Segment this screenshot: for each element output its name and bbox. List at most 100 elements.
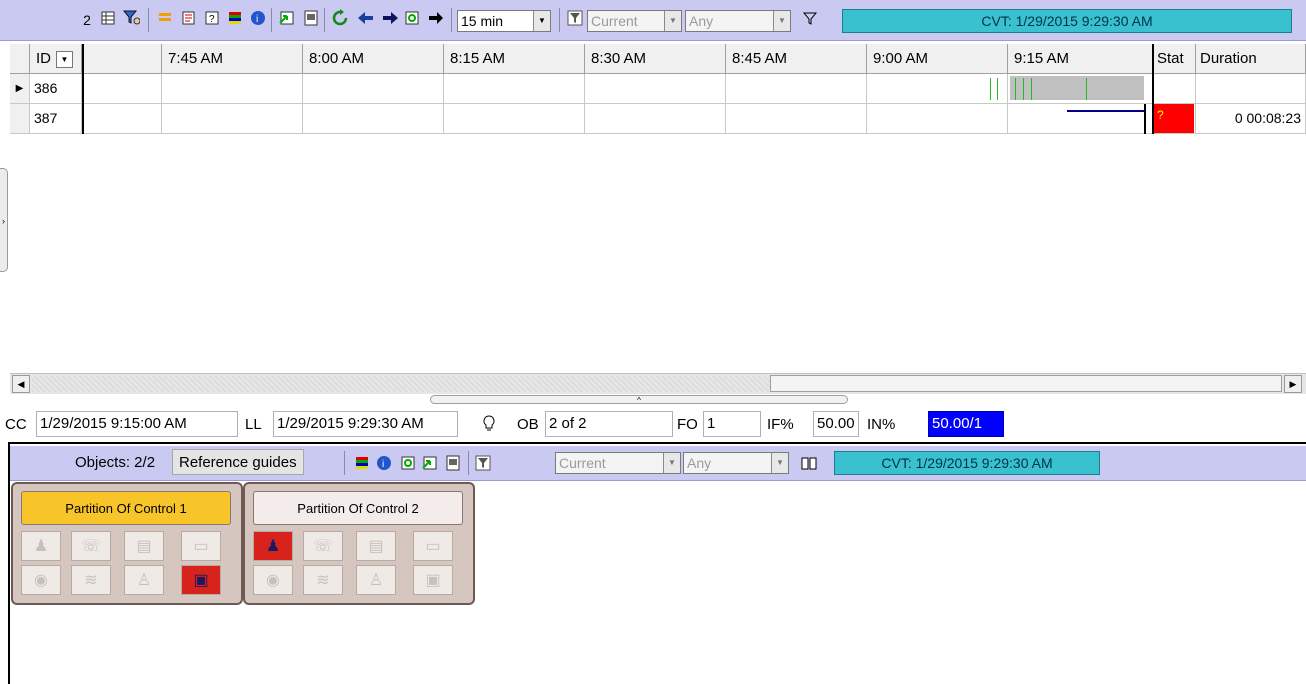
colors-icon[interactable] bbox=[353, 454, 371, 472]
timeline-header-lead bbox=[82, 44, 162, 74]
grid-view-icon[interactable] bbox=[99, 9, 117, 27]
row-duration[interactable] bbox=[1196, 74, 1306, 104]
partition-title[interactable]: Partition Of Control 2 bbox=[253, 491, 463, 525]
filter-person-icon[interactable] bbox=[122, 9, 140, 27]
colors-icon[interactable] bbox=[226, 9, 244, 27]
any-select[interactable]: Any ▼ bbox=[683, 452, 789, 474]
ll-field[interactable]: 1/29/2015 9:29:30 AM bbox=[273, 411, 458, 437]
badge-icon[interactable]: ▣ bbox=[413, 565, 453, 595]
id-column-header[interactable]: ID ▼ bbox=[30, 44, 82, 74]
table-cell[interactable] bbox=[82, 74, 162, 104]
main-toolbar: 2 ? i 15 min ▼ Current ▼ Any ▼ CVT: 1/29… bbox=[0, 0, 1306, 41]
scroll-right-icon[interactable]: ▶ bbox=[1284, 375, 1302, 393]
info-icon[interactable]: i bbox=[249, 9, 267, 27]
chevron-down-icon[interactable]: ▼ bbox=[663, 453, 680, 473]
person-active-icon[interactable]: ♟ bbox=[253, 531, 293, 561]
stack-icon[interactable] bbox=[156, 9, 174, 27]
row-selector[interactable] bbox=[10, 104, 30, 134]
time-header: 8:45 AM bbox=[726, 44, 867, 74]
table-cell[interactable] bbox=[303, 104, 444, 134]
user-alert-icon[interactable]: ♙ bbox=[356, 565, 396, 595]
camera-icon[interactable]: ◉ bbox=[21, 565, 61, 595]
table-cell[interactable] bbox=[303, 74, 444, 104]
reference-guides-tab[interactable]: Reference guides bbox=[172, 449, 304, 475]
duration-column-header[interactable]: Duration bbox=[1196, 44, 1306, 74]
edit-icon[interactable] bbox=[180, 9, 198, 27]
ob-field[interactable]: 2 of 2 bbox=[545, 411, 673, 437]
fo-field[interactable]: 1 bbox=[703, 411, 761, 437]
chevron-down-icon[interactable]: ▼ bbox=[533, 11, 550, 31]
in-field[interactable]: 50.00/1 bbox=[928, 411, 1004, 437]
table-cell[interactable] bbox=[585, 74, 726, 104]
scope-select[interactable]: Current ▼ bbox=[555, 452, 681, 474]
scroll-left-icon[interactable]: ◀ bbox=[12, 375, 30, 393]
refresh-icon[interactable] bbox=[331, 9, 349, 27]
table-cell[interactable] bbox=[585, 104, 726, 134]
event-marker bbox=[1086, 78, 1087, 100]
user-alert-icon[interactable]: ♙ bbox=[124, 565, 164, 595]
table-cell[interactable] bbox=[162, 74, 303, 104]
card-icon[interactable]: ▭ bbox=[181, 531, 221, 561]
id-filter-dropdown[interactable]: ▼ bbox=[56, 51, 73, 68]
table-cell[interactable] bbox=[726, 74, 867, 104]
table-cell[interactable] bbox=[867, 74, 1008, 104]
row-duration[interactable]: 0 00:08:23 bbox=[1196, 104, 1306, 134]
book-icon[interactable] bbox=[800, 454, 818, 472]
filter-scope-icon[interactable] bbox=[474, 454, 492, 472]
help-icon[interactable]: ? bbox=[203, 9, 221, 27]
table-cell[interactable] bbox=[444, 104, 585, 134]
table-cell[interactable] bbox=[162, 104, 303, 134]
report-icon[interactable] bbox=[302, 9, 320, 27]
splitter-handle[interactable]: ^ bbox=[430, 395, 848, 405]
partition-card-1[interactable]: Partition Of Control 1 ♟ ☏ ▤ ▭ ◉ ≋ ♙ ▣ bbox=[11, 482, 243, 605]
chevron-down-icon[interactable]: ▼ bbox=[771, 453, 788, 473]
table-cell[interactable] bbox=[444, 74, 585, 104]
table-cell[interactable] bbox=[867, 104, 1008, 134]
person-icon[interactable]: ♟ bbox=[21, 531, 61, 561]
forward-icon[interactable] bbox=[427, 9, 445, 27]
sync-icon[interactable] bbox=[399, 454, 417, 472]
table-cell[interactable] bbox=[726, 104, 867, 134]
phone-icon[interactable]: ☏ bbox=[71, 531, 111, 561]
row-id[interactable]: 387 bbox=[30, 104, 82, 134]
filter-scope-icon[interactable] bbox=[566, 9, 584, 27]
row-id[interactable]: 386 bbox=[30, 74, 82, 104]
camera-icon[interactable]: ◉ bbox=[253, 565, 293, 595]
signal-icon[interactable]: ≋ bbox=[303, 565, 343, 595]
table-cell[interactable] bbox=[1008, 104, 1154, 134]
lightbulb-icon[interactable] bbox=[481, 414, 497, 435]
interval-select[interactable]: 15 min ▼ bbox=[457, 10, 551, 32]
phone-icon[interactable]: ☏ bbox=[303, 531, 343, 561]
info-icon[interactable]: i bbox=[375, 454, 393, 472]
next-icon[interactable] bbox=[380, 9, 398, 27]
sync-icon[interactable] bbox=[403, 9, 421, 27]
partition-card-2[interactable]: Partition Of Control 2 ♟ ☏ ▤ ▭ ◉ ≋ ♙ ▣ bbox=[243, 482, 475, 605]
table-cell[interactable] bbox=[82, 104, 162, 134]
collapse-left-handle[interactable]: › bbox=[0, 168, 8, 272]
signal-icon[interactable]: ≋ bbox=[71, 565, 111, 595]
in-label: IN% bbox=[867, 416, 896, 433]
row-pointer-icon[interactable]: ▶ bbox=[10, 74, 30, 104]
scope-select[interactable]: Current ▼ bbox=[587, 10, 682, 32]
badge-active-icon[interactable]: ▣ bbox=[181, 565, 221, 595]
chevron-down-icon[interactable]: ▼ bbox=[773, 11, 790, 31]
export-icon[interactable] bbox=[278, 9, 296, 27]
scroll-track[interactable] bbox=[32, 376, 770, 392]
if-field[interactable]: 50.00 bbox=[813, 411, 859, 437]
horizontal-scrollbar[interactable]: ◀ ▶ bbox=[10, 373, 1306, 394]
funnel-icon[interactable] bbox=[801, 9, 819, 27]
document-icon[interactable]: ▤ bbox=[356, 531, 396, 561]
card-icon[interactable]: ▭ bbox=[413, 531, 453, 561]
document-icon[interactable]: ▤ bbox=[124, 531, 164, 561]
row-stat-cell[interactable]: ? bbox=[1154, 104, 1196, 134]
partition-title[interactable]: Partition Of Control 1 bbox=[21, 491, 231, 525]
scroll-thumb[interactable] bbox=[770, 375, 1282, 392]
stat-column-header[interactable]: Stat bbox=[1154, 44, 1196, 74]
export-icon[interactable] bbox=[421, 454, 439, 472]
any-select[interactable]: Any ▼ bbox=[685, 10, 791, 32]
cc-field[interactable]: 1/29/2015 9:15:00 AM bbox=[36, 411, 238, 437]
previous-icon[interactable] bbox=[356, 9, 374, 27]
chevron-down-icon[interactable]: ▼ bbox=[664, 11, 681, 31]
report-icon[interactable] bbox=[444, 454, 462, 472]
row-stat[interactable] bbox=[1154, 74, 1196, 104]
